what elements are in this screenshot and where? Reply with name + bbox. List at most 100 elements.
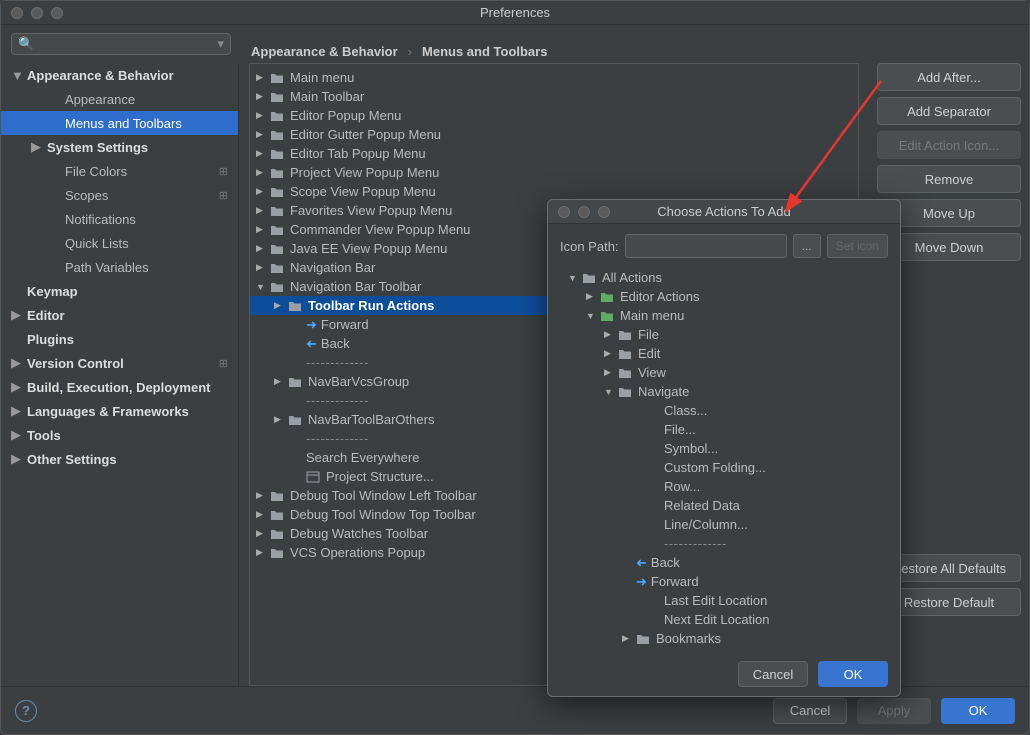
tree-row[interactable]: ▶Project View Popup Menu [250,163,858,182]
dialog-ok-button[interactable]: OK [818,661,888,687]
tree-row[interactable]: ➜Forward [560,572,888,591]
tree-row-label: Custom Folding... [664,460,766,475]
chevron-icon: ▶ [586,291,600,302]
sidebar-item-label: Languages & Frameworks [25,404,189,419]
tree-row-label: Line/Column... [664,517,748,532]
sidebar-item-label: Quick Lists [63,236,129,251]
sidebar-item-appearance-behavior[interactable]: ▼Appearance & Behavior [1,63,238,87]
chevron-down-icon[interactable]: ▾ [217,36,224,52]
tree-row-label: Editor Gutter Popup Menu [290,127,441,142]
sidebar-item-menus-and-toolbars[interactable]: Menus and Toolbars [1,111,238,135]
tree-row[interactable]: Row... [560,477,888,496]
sidebar-item-keymap[interactable]: Keymap [1,279,238,303]
sidebar-item-notifications[interactable]: Notifications [1,207,238,231]
tree-row[interactable]: ▶Bookmarks [560,629,888,648]
help-icon[interactable]: ? [15,700,37,722]
add-separator-button[interactable]: Add Separator [877,97,1021,125]
sidebar-item-scopes[interactable]: Scopes⊞ [1,183,238,207]
dialog-title: Choose Actions To Add [548,204,900,219]
tree-row[interactable]: Related Data [560,496,888,515]
sidebar-item-label: System Settings [45,140,148,155]
tree-row-label: Back [321,336,350,351]
tree-row[interactable]: Line/Column... [560,515,888,534]
folder-icon [270,489,286,503]
sidebar-item-path-variables[interactable]: Path Variables [1,255,238,279]
folder-icon [288,413,304,427]
chevron-icon: ▶ [256,224,270,235]
sidebar-item-label: Path Variables [63,260,149,275]
search-input[interactable]: 🔍 ▾ [11,33,231,55]
tree-row[interactable]: Custom Folding... [560,458,888,477]
tree-row[interactable]: ▶Edit [560,344,888,363]
tree-row-label: Forward [651,574,699,589]
icon-path-input[interactable] [625,234,787,258]
tree-row-label: Forward [321,317,369,332]
folder-icon [270,147,286,161]
scope-badge-icon: ⊞ [219,357,228,370]
sidebar-item-file-colors[interactable]: File Colors⊞ [1,159,238,183]
tree-row[interactable]: ------------- [560,534,888,553]
actions-chooser-tree[interactable]: ▼All Actions ▶ Editor Actions ▼Main menu▶Fi… [560,268,888,656]
tree-row-label: Toolbar Run Actions [308,298,434,313]
browse-button[interactable]: ... [793,234,821,258]
sidebar-item-version-control[interactable]: ▶Version Control⊞ [1,351,238,375]
folder-icon [618,366,634,380]
chevron-icon: ▶ [256,129,270,140]
sidebar-item-plugins[interactable]: Plugins [1,327,238,351]
dialog-cancel-button[interactable]: Cancel [738,661,808,687]
sidebar-item-system-settings[interactable]: ▶System Settings [1,135,238,159]
chevron-right-icon: ▶ [11,307,25,323]
sidebar-item-languages-frameworks[interactable]: ▶Languages & Frameworks [1,399,238,423]
tree-row[interactable]: Next Edit Location [560,610,888,629]
preferences-window: Preferences 🔍 ▾ Appearance & Behavior › … [0,0,1030,735]
sidebar-item-label: Other Settings [25,452,117,467]
sidebar-item-tools[interactable]: ▶Tools [1,423,238,447]
tree-row[interactable]: Symbol... [560,439,888,458]
tree-row[interactable]: ▼Navigate [560,382,888,401]
apply-button: Apply [857,698,931,724]
edit-action-icon-button: Edit Action Icon... [877,131,1021,159]
tree-row[interactable]: ▼Main menu [560,306,888,325]
tree-row[interactable]: ▶File [560,325,888,344]
tree-row[interactable]: File... [560,420,888,439]
remove-button[interactable]: Remove [877,165,1021,193]
back-icon: ➜ [636,555,647,571]
tree-row-label: ------------- [306,393,369,408]
tree-row[interactable]: ▶ Editor Actions [560,287,888,306]
sidebar-item-build-execution-deployment[interactable]: ▶Build, Execution, Deployment [1,375,238,399]
ok-button[interactable]: OK [941,698,1015,724]
sidebar-item-appearance[interactable]: Appearance [1,87,238,111]
chevron-icon: ▶ [256,243,270,254]
tree-row-label: Edit [638,346,660,361]
sidebar-item-editor[interactable]: ▶Editor [1,303,238,327]
chevron-icon: ▶ [274,300,288,311]
chevron-right-icon: › [408,44,412,59]
tree-row[interactable]: ▶ Editor Gutter Popup Menu [250,125,858,144]
sidebar-item-label: Appearance [63,92,135,107]
tree-row-label: Java EE View Popup Menu [290,241,447,256]
tree-row-label: Editor Popup Menu [290,108,401,123]
tree-row[interactable]: ▶View [560,363,888,382]
chevron-icon: ▶ [256,205,270,216]
tree-row[interactable]: Last Edit Location [560,591,888,610]
sidebar-item-label: Editor [25,308,65,323]
scope-badge-icon: ⊞ [219,165,228,178]
tree-row[interactable]: ▶Main menu [250,68,858,87]
tree-row-label: NavBarToolBarOthers [308,412,434,427]
sidebar-item-quick-lists[interactable]: Quick Lists [1,231,238,255]
tree-row[interactable]: ▶Editor Popup Menu [250,106,858,125]
sidebar-item-other-settings[interactable]: ▶Other Settings [1,447,238,471]
cancel-button[interactable]: Cancel [773,698,847,724]
tree-row[interactable]: ▶Editor Tab Popup Menu [250,144,858,163]
tree-row[interactable]: ▶Main Toolbar [250,87,858,106]
add-after-button[interactable]: Add After... [877,63,1021,91]
tree-row[interactable]: ▼All Actions [560,268,888,287]
tree-row-label: Navigation Bar [290,260,375,275]
tree-row[interactable]: ➜Back [560,553,888,572]
folder-icon [618,347,634,361]
sidebar-item-label: Appearance & Behavior [25,68,174,83]
breadcrumb-root[interactable]: Appearance & Behavior [251,44,398,59]
tree-row-label: Editor Actions [620,289,700,304]
folder-icon [270,128,286,142]
tree-row[interactable]: Class... [560,401,888,420]
